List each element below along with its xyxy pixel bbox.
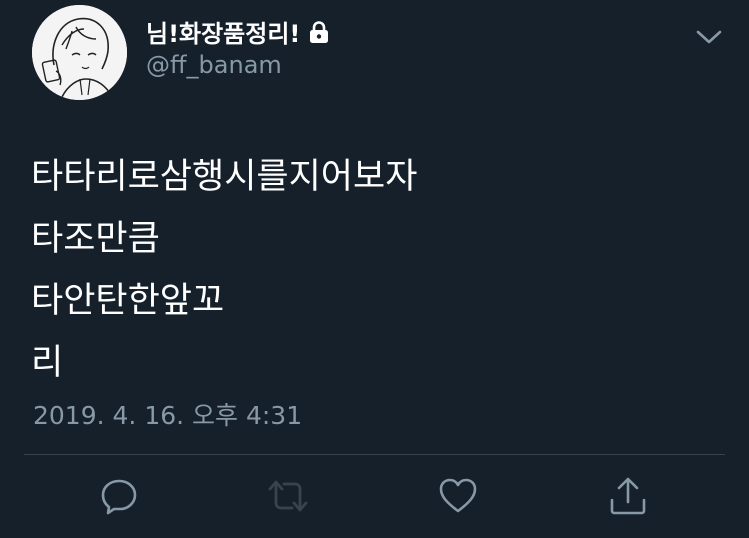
like-button[interactable] <box>436 474 480 518</box>
author-handle[interactable]: @ff_banam <box>146 51 282 79</box>
tweet-menu-button[interactable] <box>694 22 724 52</box>
tweet-text-line: 타타리로삼행시를지어보자 <box>31 157 418 197</box>
reply-button[interactable] <box>97 474 141 518</box>
tweet-text-line: 타안탄한앞꼬 <box>31 281 225 321</box>
retweet-button[interactable] <box>266 474 310 518</box>
tweet-actions <box>0 474 749 522</box>
share-icon <box>610 477 646 515</box>
tweet-text-line: 리 <box>31 343 64 383</box>
author-display-name[interactable]: 님!화장품정리! <box>146 14 330 49</box>
retweet-icon <box>268 480 308 512</box>
chevron-down-icon <box>696 30 722 44</box>
comment-icon <box>101 479 137 515</box>
tweet-card: 님!화장품정리! @ff_banam 타타리로삼행시를지어보자 타조만큼 타안탄… <box>0 0 749 538</box>
avatar[interactable] <box>32 5 127 100</box>
share-button[interactable] <box>606 474 650 518</box>
divider <box>24 454 725 455</box>
lock-icon <box>310 20 329 43</box>
heart-icon <box>439 478 477 513</box>
tweet-text: 타타리로삼행시를지어보자 타조만큼 타안탄한앞꼬 리 <box>31 146 417 394</box>
display-name-text: 님!화장품정리! <box>146 20 301 48</box>
avatar-drawing <box>32 5 127 100</box>
tweet-text-line: 타조만큼 <box>31 219 160 259</box>
tweet-timestamp[interactable]: 2019. 4. 16. 오후 4:31 <box>33 396 302 432</box>
